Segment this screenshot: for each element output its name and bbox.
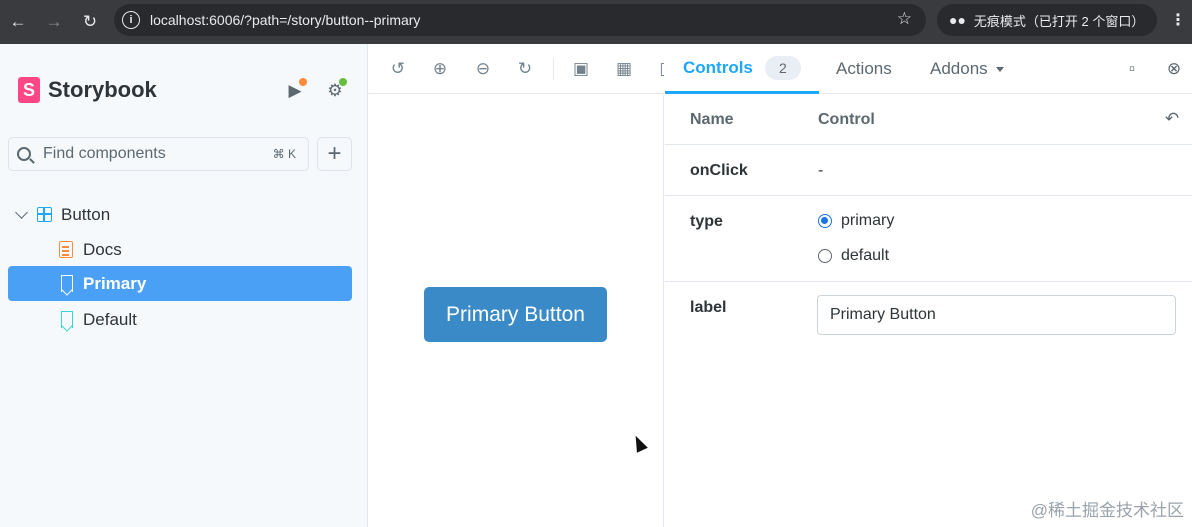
bookmark-star-icon[interactable]: ☆	[897, 9, 912, 29]
address-bar[interactable]: i localhost:6006/?path=/story/button--pr…	[114, 4, 926, 36]
prop-name: label	[690, 299, 727, 316]
sidebar: S Storybook ▶ ⚙ Find components ⌘ K + Bu…	[0, 44, 368, 527]
panel-position-icon[interactable]: ▫	[1121, 58, 1143, 80]
tree-item-default[interactable]: Default	[8, 302, 352, 337]
search-placeholder: Find components	[43, 145, 166, 162]
incognito-label: 无痕模式（已打开 2 个窗口）	[973, 13, 1145, 29]
tree-item-docs[interactable]: Docs	[8, 232, 352, 267]
story-canvas: Primary Button	[369, 95, 664, 527]
search-shortcut: ⌘ K	[272, 147, 296, 161]
tab-label: Actions	[836, 59, 892, 78]
panel-tabs: Controls 2 Actions Addons ▫ ⊗	[665, 44, 1192, 94]
control-row-label: label Primary Button	[665, 283, 1192, 353]
tree-item-primary[interactable]: Primary	[8, 266, 352, 301]
brand[interactable]: S Storybook	[18, 77, 157, 103]
component-icon	[37, 207, 52, 222]
bookmark-icon	[61, 275, 73, 292]
brand-name: Storybook	[48, 77, 157, 102]
reload-icon[interactable]: ↻	[72, 0, 108, 44]
label-text-input[interactable]: Primary Button	[817, 295, 1176, 335]
radio-default[interactable]: default	[818, 247, 889, 265]
prop-name: onClick	[690, 162, 748, 179]
radio-label: default	[841, 247, 890, 264]
tree-item-label: Button	[61, 204, 111, 224]
addons-panel: Controls 2 Actions Addons ▫ ⊗ Name Contr…	[665, 44, 1192, 527]
grid-icon[interactable]: ▦	[613, 58, 635, 80]
controls-count-badge: 2	[764, 55, 801, 80]
radio-primary[interactable]: primary	[818, 212, 894, 230]
zoom-reset-icon[interactable]: ↻	[514, 58, 536, 80]
close-panel-icon[interactable]: ⊗	[1163, 58, 1185, 80]
remount-icon[interactable]: ↺	[387, 58, 409, 80]
chevron-down-icon[interactable]	[15, 206, 28, 219]
canvas-toolbar: ↺ ⊕ ⊖ ↻ ▣ ▦ ▯	[369, 44, 664, 94]
prop-name: type	[690, 213, 723, 230]
tree-item-label: Primary	[83, 273, 147, 293]
tree-item-label: Default	[83, 309, 137, 329]
search-input[interactable]: Find components ⌘ K	[8, 137, 309, 171]
incognito-icon: ●●	[949, 12, 966, 28]
toolbar-divider	[553, 58, 554, 80]
radio-button-checked[interactable]	[818, 214, 832, 228]
reset-controls-icon[interactable]: ↶	[1161, 108, 1183, 130]
zoom-out-icon[interactable]: ⊖	[472, 58, 494, 80]
back-icon[interactable]: ←	[0, 0, 36, 44]
document-icon	[59, 241, 73, 258]
browser-menu-icon[interactable]: ⋮	[1170, 10, 1186, 30]
primary-button[interactable]: Primary Button	[424, 287, 607, 342]
viewport-icon[interactable]: ▯	[653, 58, 664, 80]
mouse-cursor-icon	[630, 433, 648, 453]
name-column-header: Name	[690, 111, 734, 128]
controls-header-row: Name Control ↶	[665, 95, 1192, 145]
add-story-button[interactable]: +	[317, 137, 352, 171]
radio-label: primary	[841, 212, 895, 229]
site-info-icon[interactable]: i	[122, 11, 140, 29]
whats-new-icon[interactable]: ▶	[284, 78, 307, 102]
tab-addons[interactable]: Addons	[930, 44, 1004, 94]
tab-actions[interactable]: Actions	[836, 44, 892, 94]
tab-label: Addons	[930, 59, 988, 78]
control-column-header: Control	[818, 111, 875, 128]
tree-item-button[interactable]: Button	[8, 197, 352, 232]
control-row-type: type primary default	[665, 197, 1192, 282]
tab-controls[interactable]: Controls 2	[665, 44, 819, 94]
watermark: @稀土掘金技术社区	[1030, 501, 1184, 520]
bookmark-icon	[61, 311, 73, 328]
storybook-logo: S	[18, 77, 40, 103]
tab-label: Controls	[683, 57, 753, 77]
search-icon	[17, 147, 31, 161]
tree-item-label: Docs	[83, 239, 122, 259]
forward-icon[interactable]: →	[36, 0, 72, 44]
control-row-onclick: onClick -	[665, 146, 1192, 196]
radio-button[interactable]	[818, 249, 832, 263]
url-text: localhost:6006/?path=/story/button--prim…	[150, 12, 421, 28]
zoom-in-icon[interactable]: ⊕	[429, 58, 451, 80]
chevron-down-icon	[995, 66, 1004, 72]
incognito-indicator[interactable]: ●● 无痕模式（已打开 2 个窗口）	[937, 4, 1157, 36]
prop-value: -	[818, 162, 824, 179]
browser-chrome: ← → ↻ i localhost:6006/?path=/story/butt…	[0, 0, 1192, 44]
background-image-icon[interactable]: ▣	[570, 58, 592, 80]
settings-gear-icon[interactable]: ⚙	[324, 78, 347, 102]
